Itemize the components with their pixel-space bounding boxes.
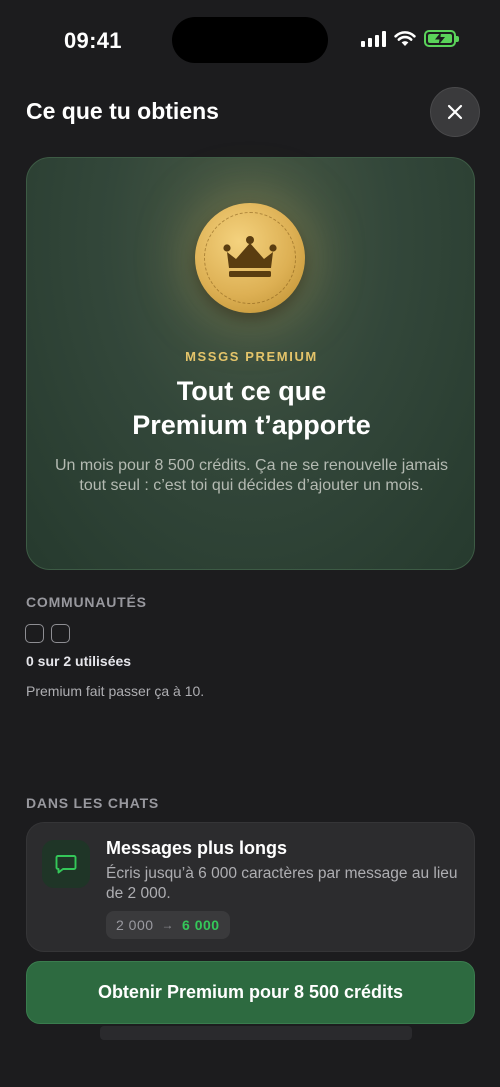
crown-icon [223, 236, 277, 277]
cellular-signal-icon [361, 30, 386, 47]
footer-text-partially-hidden [100, 1026, 412, 1040]
close-icon [447, 104, 463, 120]
dynamic-island [172, 17, 328, 63]
hero-description: Un mois pour 8 500 crédits. Ça ne se ren… [54, 457, 449, 494]
premium-hero-card: MSSGS PREMIUM Tout ce que Premium t’appo… [26, 157, 475, 570]
close-button[interactable] [430, 87, 480, 137]
old-limit: 2 000 [116, 917, 154, 933]
new-limit: 6 000 [182, 917, 220, 933]
feature-description: Écris jusqu’à 6 000 caractères par messa… [106, 865, 458, 902]
arrow-right-icon: → [161, 918, 175, 932]
hero-title-line-1: Tout ce que [176, 376, 327, 406]
feature-title: Messages plus longs [106, 838, 288, 858]
get-premium-button[interactable]: Obtenir Premium pour 8 500 crédits [26, 961, 475, 1024]
hero-title: Tout ce que Premium t’apporte [27, 374, 476, 442]
communities-usage: 0 sur 2 utilisées [26, 653, 132, 669]
chat-bubble-icon [55, 855, 77, 874]
status-time: 09:41 [64, 28, 122, 53]
status-bar: 09:41 [0, 0, 500, 80]
communities-upsell: Premium fait passer ça à 10. [26, 683, 205, 699]
chats-section-label: DANS LES CHATS [26, 795, 160, 811]
premium-screen: 09:41 Ce que tu obtiens MSSGS PREMIUM To… [0, 0, 500, 1087]
page-title: Ce que tu obtiens [26, 98, 219, 124]
hero-title-line-2: Premium t’apporte [132, 410, 371, 440]
battery-charging-icon [424, 30, 459, 47]
community-slot-empty [25, 624, 44, 643]
limit-comparison-badge: 2 000 → 6 000 [106, 911, 230, 939]
hero-eyebrow: MSSGS PREMIUM [185, 349, 318, 364]
status-icons [361, 30, 459, 47]
communities-section-label: COMMUNAUTÉS [26, 594, 147, 610]
wifi-icon [394, 31, 416, 46]
feature-icon-tile [42, 840, 90, 888]
community-slot-empty [51, 624, 70, 643]
longer-messages-card: Messages plus longs Écris jusqu’à 6 000 … [26, 822, 475, 952]
premium-coin [195, 203, 305, 313]
community-slots [25, 624, 70, 643]
